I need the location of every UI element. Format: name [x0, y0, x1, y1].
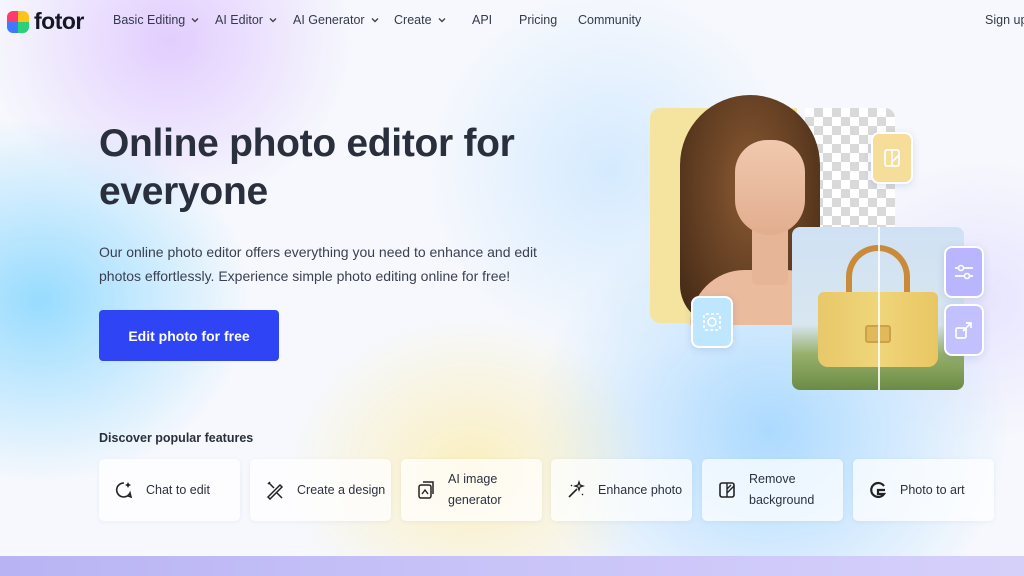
fotor-logo-icon	[7, 10, 29, 33]
hero-description: Our online photo editor offers everythin…	[99, 244, 537, 284]
feature-label: Chat to edit	[146, 482, 210, 497]
nav-label: Pricing	[519, 13, 558, 27]
sign-up-link[interactable]: Sign up	[985, 13, 1024, 27]
edit-photo-for-free-button[interactable]: Edit photo for free	[99, 310, 279, 361]
bottom-gradient-strip	[0, 556, 1024, 576]
nav-ai-generator[interactable]: AI Generator	[293, 13, 380, 27]
enhance-tool-badge	[691, 296, 733, 348]
adjust-tool-badge	[944, 246, 984, 298]
feature-card-photo-to-art[interactable]: Photo to art	[853, 459, 994, 521]
feature-card-ai-image-generator[interactable]: AI image generator	[401, 459, 542, 521]
logo-text: fotor	[34, 8, 84, 34]
ai-image-icon	[418, 481, 434, 499]
feature-label: Remove background	[749, 472, 815, 507]
hero-title: Online photo editor for everyone	[99, 122, 515, 213]
feature-label: Enhance photo	[598, 482, 683, 497]
nav-basic-editing[interactable]: Basic Editing	[113, 13, 200, 27]
nav-label: Basic Editing	[113, 13, 186, 27]
nav-create[interactable]: Create	[394, 13, 447, 27]
nav-label: AI Generator	[293, 13, 365, 27]
nav-api[interactable]: API	[472, 13, 492, 27]
top-navigation: fotor Basic Editing AI Editor AI Generat…	[0, 0, 1024, 42]
features-heading: Discover popular features	[99, 431, 254, 445]
nav-label: AI Editor	[215, 13, 263, 27]
resize-tool-badge	[944, 304, 984, 356]
chat-sparkle-icon	[115, 482, 133, 499]
sliders-icon	[955, 264, 973, 280]
magic-enhance-icon	[568, 480, 586, 498]
chevron-down-icon	[371, 18, 379, 23]
nav-ai-editor[interactable]: AI Editor	[215, 13, 278, 27]
portrait-face	[735, 140, 805, 235]
remove-bg-icon	[884, 149, 900, 167]
remove-bg-tool-badge	[871, 132, 913, 184]
art-g-icon	[870, 481, 887, 499]
feature-label: Create a design	[297, 482, 386, 497]
sign-up-label: Sign up	[985, 13, 1024, 27]
before-after-divider	[878, 227, 880, 390]
resize-icon	[955, 322, 972, 339]
feature-label: AI image generator	[448, 472, 502, 507]
pen-ruler-icon	[266, 481, 284, 500]
refresh-frame-icon	[703, 313, 721, 331]
nav-pricing[interactable]: Pricing	[519, 13, 557, 27]
chevron-down-icon	[269, 18, 277, 23]
chevron-down-icon	[191, 18, 199, 23]
nav-label: Community	[578, 13, 642, 27]
feature-label: Photo to art	[900, 482, 965, 497]
chevron-down-icon	[438, 18, 446, 23]
fotor-logo[interactable]: fotor	[7, 8, 84, 35]
feature-card-chat-to-edit[interactable]: Chat to edit	[99, 459, 240, 521]
remove-bg-icon	[719, 482, 735, 498]
feature-card-create-a-design[interactable]: Create a design	[250, 459, 391, 521]
feature-card-enhance-photo[interactable]: Enhance photo	[551, 459, 692, 521]
nav-label: API	[472, 13, 493, 27]
nav-community[interactable]: Community	[578, 13, 641, 27]
feature-card-remove-background[interactable]: Remove background	[702, 459, 843, 521]
nav-label: Create	[394, 13, 432, 27]
